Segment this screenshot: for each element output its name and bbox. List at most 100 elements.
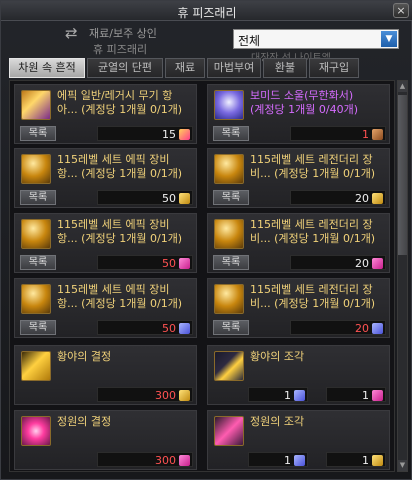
shop-item-card[interactable]: 황야의 결정 300: [14, 345, 197, 405]
price-box: 20: [290, 255, 386, 270]
category-tabs: 차원 속 흔적 균열의 단편 재료 마법부여 환불 재구입: [9, 58, 407, 78]
wilderness-shard-icon: [214, 351, 244, 381]
shop-item-card[interactable]: 에픽 일반/레거시 무기 항 아... (계정당 1개월 0/1개) 목록 15: [14, 84, 197, 144]
item-list-panel: 에픽 일반/레거시 무기 항 아... (계정당 1개월 0/1개) 목록 15 …: [9, 80, 395, 472]
price-box: 1: [248, 452, 308, 467]
tab-buyback[interactable]: 재구입: [309, 58, 359, 78]
blue-crystal-currency-icon: [372, 323, 383, 334]
shop-item-card[interactable]: 황야의 조각 1 1: [207, 345, 390, 405]
tab-rift-fragment[interactable]: 균열의 단편: [87, 58, 163, 78]
item-name: 115레벨 세트 에픽 장비 항... (계정당 1개월 0/1개): [57, 283, 183, 310]
set-legendary-icon: [214, 284, 244, 314]
item-name: 황야의 조각: [250, 350, 305, 363]
shop-item-card[interactable]: 보미드 소울(무한화서) (계정당 1개월 0/40개) 목록 1: [207, 84, 390, 144]
pink-shard-currency-icon: [372, 390, 383, 401]
tab-enchant[interactable]: 마법부여: [207, 58, 261, 78]
price-amount: 1: [362, 128, 369, 141]
list-button[interactable]: 목록: [20, 255, 56, 270]
set-legendary-icon: [214, 154, 244, 184]
chevron-down-icon[interactable]: ▼: [381, 31, 397, 47]
price-amount: 1: [362, 454, 369, 467]
price-amount: 20: [355, 322, 369, 335]
set-epic-icon: [21, 284, 51, 314]
item-name: 에픽 일반/레거시 무기 항 아... (계정당 1개월 0/1개): [57, 89, 183, 116]
item-name: 정원의 결정: [57, 415, 112, 428]
price-amount: 15: [162, 128, 176, 141]
pink-shard-currency-icon: [372, 258, 383, 269]
price-amount: 50: [162, 192, 176, 205]
pink-shard-currency-icon: [179, 455, 190, 466]
list-button[interactable]: 목록: [213, 126, 249, 141]
list-button[interactable]: 목록: [213, 255, 249, 270]
set-legendary-icon: [214, 219, 244, 249]
price-box: 1: [326, 452, 386, 467]
shop-item-card[interactable]: 115레벨 세트 에픽 장비 항... (계정당 1개월 0/1개) 목록 50: [14, 148, 197, 208]
price-amount: 20: [355, 192, 369, 205]
gold-shard-currency-icon: [179, 193, 190, 204]
set-epic-icon: [21, 219, 51, 249]
list-button[interactable]: 목록: [20, 320, 56, 335]
list-button[interactable]: 목록: [213, 190, 249, 205]
pink-gold-currency-icon: [179, 129, 190, 140]
list-button[interactable]: 목록: [20, 190, 56, 205]
item-name: 115레벨 세트 레전더리 장 비... (계정당 1개월 0/1개): [250, 218, 376, 245]
shop-item-card[interactable]: 115레벨 세트 에픽 장비 항... (계정당 1개월 0/1개) 목록 50: [14, 278, 197, 338]
pink-shard-currency-icon: [179, 258, 190, 269]
price-box: 1: [290, 126, 386, 141]
tab-materials[interactable]: 재료: [165, 58, 205, 78]
price-amount: 50: [162, 322, 176, 335]
swap-shop-icon[interactable]: ⇄: [65, 23, 85, 43]
bomide-soul-icon: [214, 90, 244, 120]
price-amount: 1: [284, 454, 291, 467]
shop-item-card[interactable]: 115레벨 세트 에픽 장비 항... (계정당 1개월 0/1개) 목록 50: [14, 213, 197, 273]
price-box: 15: [97, 126, 193, 141]
item-name: 115레벨 세트 레전더리 장 비... (계정당 1개월 0/1개): [250, 153, 376, 180]
tab-refund[interactable]: 환불: [263, 58, 307, 78]
shop-item-card[interactable]: 정원의 조각 1 1: [207, 410, 390, 470]
gold-shard-currency-icon: [372, 455, 383, 466]
tab-dimension-trace[interactable]: 차원 속 흔적: [9, 58, 85, 78]
brown-currency-icon: [372, 129, 383, 140]
price-box: 20: [290, 320, 386, 335]
set-epic-icon: [21, 154, 51, 184]
price-box: 300: [97, 387, 193, 402]
filter-selected-value: 전체: [238, 34, 261, 48]
item-name: 황야의 결정: [57, 350, 112, 363]
shop-info: ⇄ 재료/보주 상인 휴 피즈래리: [65, 23, 185, 56]
scroll-thumb[interactable]: [398, 95, 407, 255]
price-box: 50: [97, 255, 193, 270]
vertical-scrollbar[interactable]: ▲ ▼: [397, 80, 408, 472]
shop-type-label: 재료/보주 상인: [89, 27, 157, 40]
shop-item-card[interactable]: 정원의 결정 300: [14, 410, 197, 470]
price-box: 300: [97, 452, 193, 467]
item-name: 115레벨 세트 레전더리 장 비... (계정당 1개월 0/1개): [250, 283, 376, 310]
garden-crystal-icon: [21, 416, 51, 446]
gold-shard-currency-icon: [372, 193, 383, 204]
shop-item-card[interactable]: 115레벨 세트 레전더리 장 비... (계정당 1개월 0/1개) 목록 20: [207, 213, 390, 273]
price-amount: 1: [362, 389, 369, 402]
shop-window: 휴 피즈래리 × ⇄ 재료/보주 상인 휴 피즈래리 전체 ▼ 대장장 선 나이…: [0, 0, 412, 480]
blue-crystal-currency-icon: [294, 390, 305, 401]
shop-item-card[interactable]: 115레벨 세트 레전더리 장 비... (계정당 1개월 0/1개) 목록 20: [207, 148, 390, 208]
price-box: 1: [248, 387, 308, 402]
list-button[interactable]: 목록: [20, 126, 56, 141]
price-box: 50: [97, 320, 193, 335]
epic-chest-icon: [21, 90, 51, 120]
list-button[interactable]: 목록: [213, 320, 249, 335]
price-box: 20: [290, 190, 386, 205]
filter-dropdown[interactable]: 전체 ▼: [233, 29, 399, 49]
price-amount: 20: [355, 257, 369, 270]
scroll-down-icon[interactable]: ▼: [398, 460, 407, 471]
blue-crystal-currency-icon: [294, 455, 305, 466]
scroll-up-icon[interactable]: ▲: [398, 81, 407, 92]
price-box: 50: [97, 190, 193, 205]
gold-shard-currency-icon: [179, 390, 190, 401]
price-amount: 50: [162, 257, 176, 270]
close-button[interactable]: ×: [393, 3, 409, 18]
item-name: 115레벨 세트 에픽 장비 항... (계정당 1개월 0/1개): [57, 153, 183, 180]
item-name: 정원의 조각: [250, 415, 305, 428]
title-bar[interactable]: 휴 피즈래리 ×: [1, 1, 412, 21]
price-amount: 300: [155, 389, 176, 402]
window-title: 휴 피즈래리: [177, 6, 237, 20]
shop-item-card[interactable]: 115레벨 세트 레전더리 장 비... (계정당 1개월 0/1개) 목록 20: [207, 278, 390, 338]
